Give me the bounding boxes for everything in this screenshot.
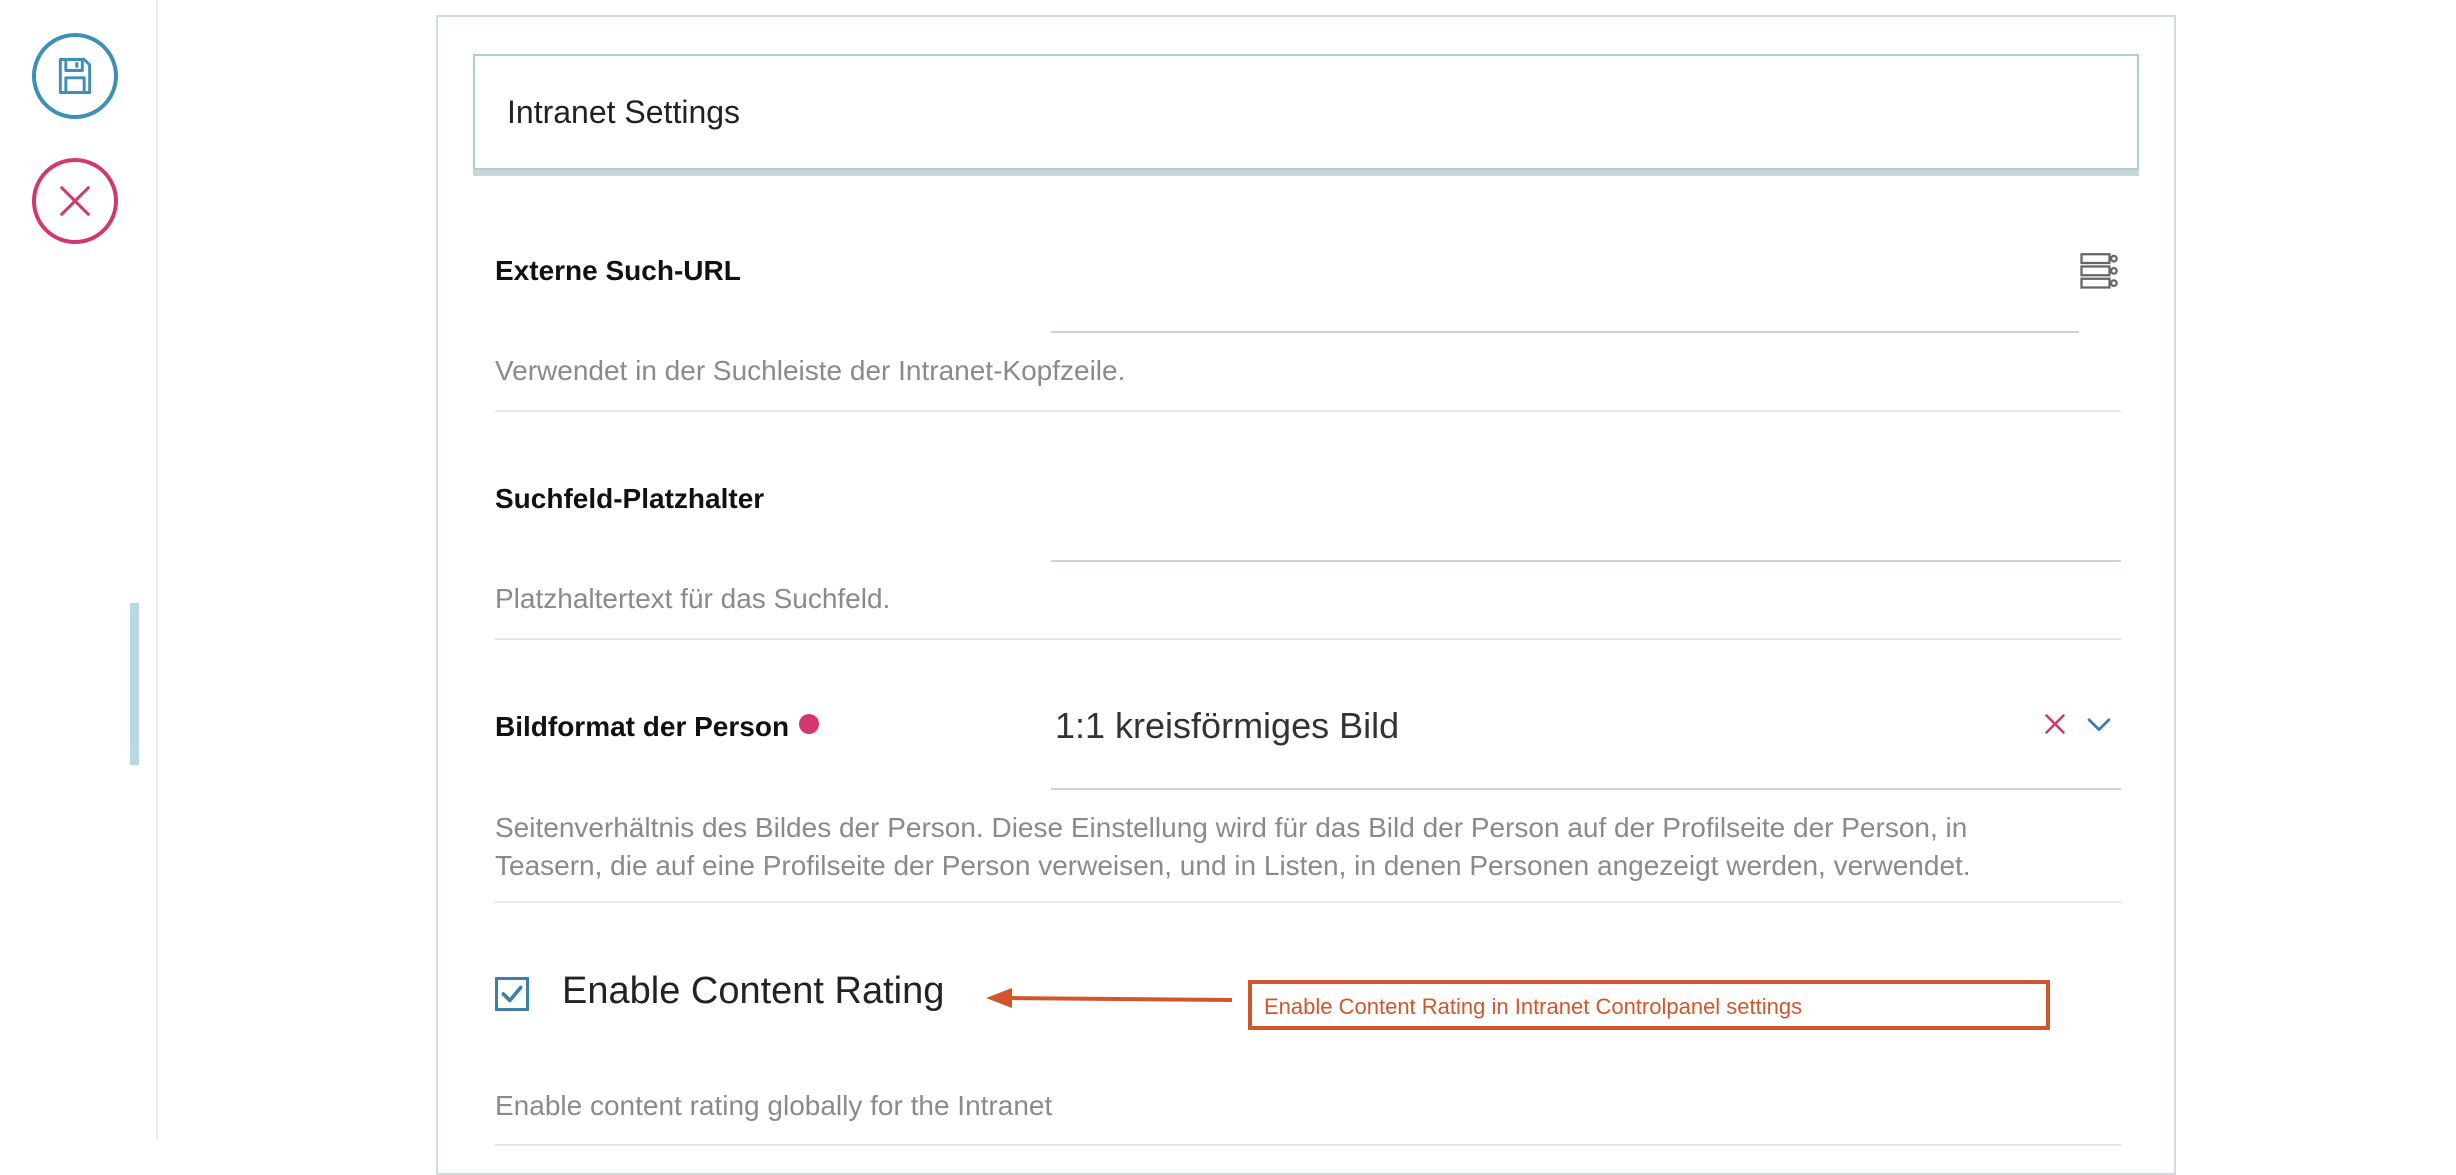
cancel-button[interactable]: [32, 158, 118, 244]
save-button[interactable]: [32, 33, 118, 119]
enable-content-rating-help: Enable content rating globally for the I…: [495, 1090, 1053, 1121]
field-divider: [495, 901, 2121, 903]
server-list-icon[interactable]: [2078, 249, 2120, 291]
external-search-url-help: Verwendet in der Suchleiste der Intranet…: [495, 355, 1126, 386]
field-divider: [495, 410, 2121, 412]
page-title: Intranet Settings: [507, 94, 741, 130]
search-placeholder-input[interactable]: [1051, 560, 2121, 562]
annotation-text: Enable Content Rating in Intranet Contro…: [1264, 994, 1803, 1019]
form-title-box: Intranet Settings: [473, 54, 2139, 170]
person-image-format-label: Bildformat der Person: [495, 711, 820, 743]
enable-content-rating-label[interactable]: Enable Content Rating: [562, 970, 944, 1013]
checkmark-icon: [501, 985, 523, 1003]
enable-content-rating-checkbox[interactable]: [495, 977, 529, 1011]
section-indicator: [130, 603, 139, 765]
annotation-callout: Enable Content Rating in Intranet Contro…: [1248, 980, 2050, 1030]
required-indicator: [799, 714, 820, 734]
person-image-format-label-text: Bildformat der Person: [495, 711, 790, 742]
search-placeholder-label: Suchfeld-Platzhalter: [495, 483, 765, 514]
search-placeholder-help: Platzhaltertext für das Suchfeld.: [495, 583, 891, 614]
external-search-url-input[interactable]: [1051, 331, 2079, 333]
clear-selection-icon[interactable]: [2038, 707, 2072, 741]
chevron-down-icon[interactable]: [2082, 707, 2116, 741]
field-divider: [495, 1144, 2121, 1146]
person-image-format-underline: [1051, 788, 2121, 790]
person-image-format-help-line2: Teasern, die auf eine Profilseite der Pe…: [495, 850, 1971, 881]
external-search-url-label: Externe Such-URL: [495, 255, 741, 286]
person-image-format-select[interactable]: 1:1 kreisförmiges Bild: [1055, 705, 1399, 747]
person-image-format-help-line1: Seitenverhältnis des Bildes der Person. …: [495, 812, 1968, 843]
annotation-arrow: [986, 988, 1232, 1008]
edit-toolbar: [0, 0, 158, 1140]
floppy-disk-icon: [58, 58, 92, 94]
close-x-icon: [60, 186, 90, 216]
field-divider: [495, 638, 2121, 640]
